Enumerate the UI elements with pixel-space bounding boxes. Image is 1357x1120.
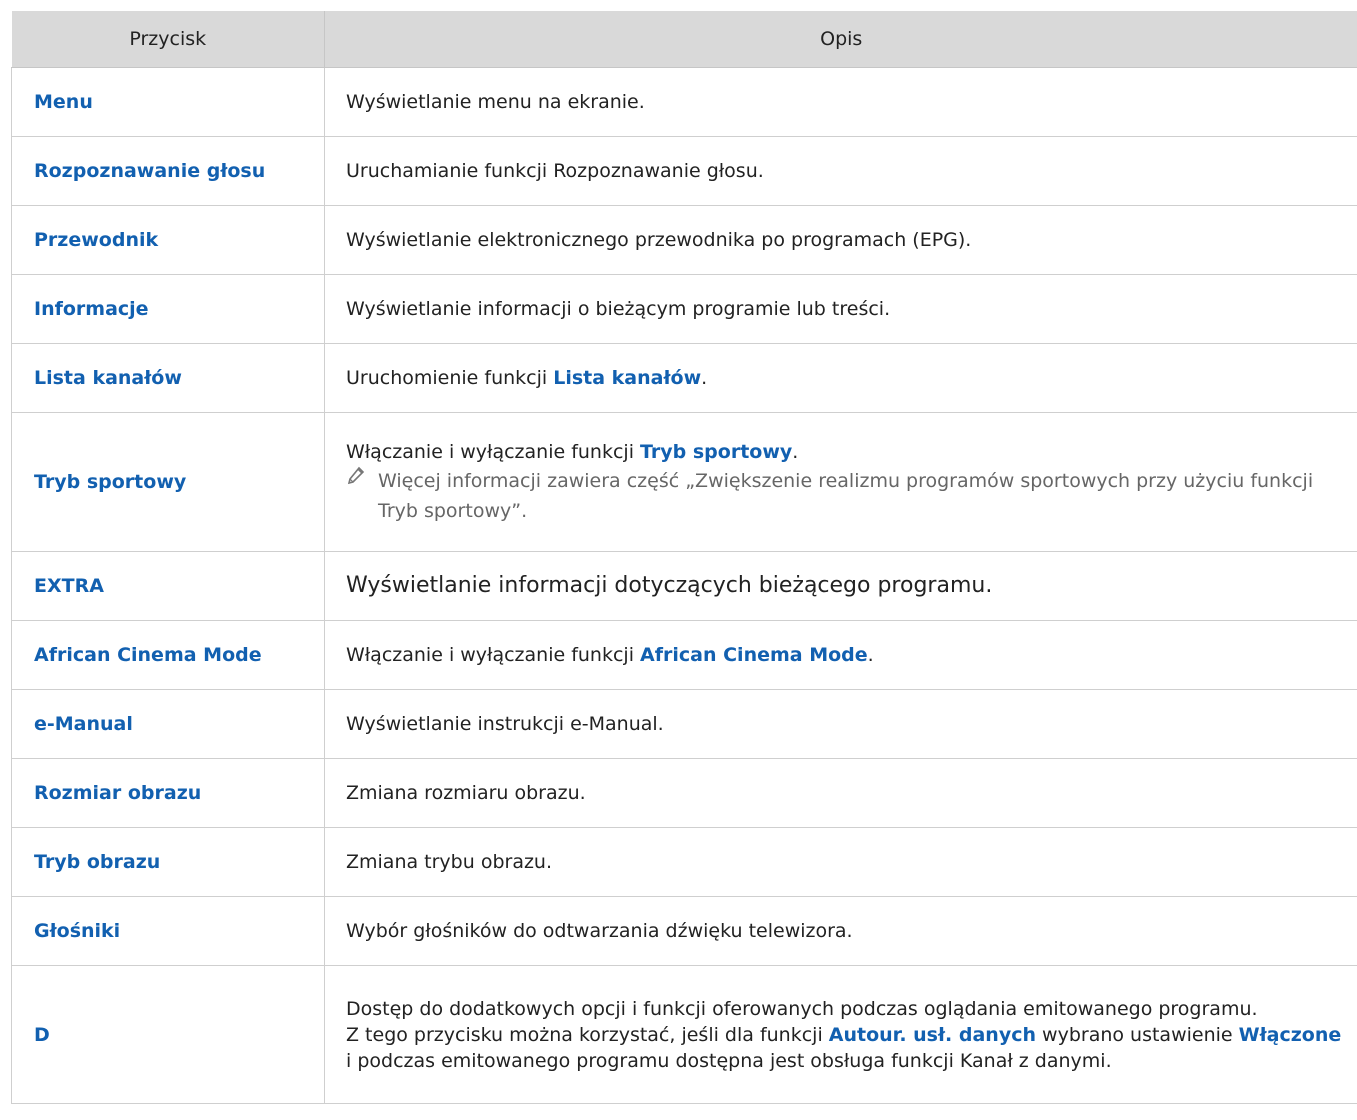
desc-line: Dostęp do dodatkowych opcji i funkcji of…: [346, 997, 1258, 1020]
desc-highlight: Lista kanałów: [553, 367, 702, 389]
pencil-icon: [346, 466, 368, 497]
desc-highlight: Włączone: [1238, 1023, 1342, 1046]
desc-text: Włączanie i wyłączanie funkcji: [346, 441, 641, 463]
button-name: D: [11, 965, 325, 1104]
desc-text: .: [701, 367, 708, 389]
table-row: Menu Wyświetlanie menu na ekranie.: [11, 67, 1357, 137]
note-text: Więcej informacji zawiera część „Zwiększ…: [378, 470, 1314, 522]
table-row: D Dostęp do dodatkowych opcji i funkcji …: [11, 965, 1357, 1104]
button-description: Uruchamianie funkcji Rozpoznawanie głosu…: [324, 136, 1357, 206]
desc-text: Z tego przycisku można korzystać, jeśli …: [346, 1023, 829, 1046]
desc-line: Z tego przycisku można korzystać, jeśli …: [346, 1022, 1348, 1074]
button-name: Tryb obrazu: [11, 827, 325, 897]
desc-text: i podczas emitowanego programu dostępna …: [346, 1049, 1112, 1072]
button-description: Wyświetlanie informacji dotyczących bież…: [324, 551, 1357, 621]
button-description: Wyświetlanie elektronicznego przewodnika…: [324, 205, 1357, 275]
button-name: Rozmiar obrazu: [11, 758, 325, 828]
button-name: Głośniki: [11, 896, 325, 966]
table-row: Informacje Wyświetlanie informacji o bie…: [11, 274, 1357, 344]
desc-text: .: [792, 441, 799, 463]
button-description: Uruchomienie funkcji Lista kanałów.: [324, 343, 1357, 413]
button-description: Włączanie i wyłączanie funkcji African C…: [324, 620, 1357, 690]
button-description: Wyświetlanie menu na ekranie.: [324, 67, 1357, 137]
table-row: e-Manual Wyświetlanie instrukcji e-Manua…: [11, 689, 1357, 759]
table-row: Rozpoznawanie głosu Uruchamianie funkcji…: [11, 136, 1357, 206]
button-description: Wyświetlanie instrukcji e-Manual.: [324, 689, 1357, 759]
desc-line: Włączanie i wyłączanie funkcji Tryb spor…: [346, 438, 1348, 466]
table-row: Rozmiar obrazu Zmiana rozmiaru obrazu.: [11, 758, 1357, 828]
button-description: Zmiana rozmiaru obrazu.: [324, 758, 1357, 828]
button-name: Informacje: [11, 274, 325, 344]
table-row: African Cinema Mode Włączanie i wyłączan…: [11, 620, 1357, 690]
desc-highlight: African Cinema Mode: [640, 644, 868, 666]
remote-buttons-table-container: Przycisk Opis Menu Wyświetlanie menu na …: [11, 11, 1357, 1104]
button-name: Lista kanałów: [11, 343, 325, 413]
table-row: Przewodnik Wyświetlanie elektronicznego …: [11, 205, 1357, 275]
desc-text: wybrano ustawienie: [1036, 1023, 1239, 1046]
button-name: African Cinema Mode: [11, 620, 325, 690]
header-opis: Opis: [324, 11, 1357, 68]
button-name: Tryb sportowy: [11, 412, 325, 552]
button-description: Zmiana trybu obrazu.: [324, 827, 1357, 897]
button-description: Włączanie i wyłączanie funkcji Tryb spor…: [324, 412, 1357, 552]
button-name: EXTRA: [11, 551, 325, 621]
table-header-row: Przycisk Opis: [11, 11, 1357, 68]
desc-highlight: Tryb sportowy: [640, 441, 793, 463]
remote-buttons-table: Przycisk Opis Menu Wyświetlanie menu na …: [11, 11, 1357, 1104]
table-row: Tryb sportowy Włączanie i wyłączanie fun…: [11, 412, 1357, 552]
table-row: Lista kanałów Uruchomienie funkcji Lista…: [11, 343, 1357, 413]
button-description: Wybór głośników do odtwarzania dźwięku t…: [324, 896, 1357, 966]
button-name: Menu: [11, 67, 325, 137]
note: Więcej informacji zawiera część „Zwiększ…: [346, 466, 1348, 526]
table-row: Głośniki Wybór głośników do odtwarzania …: [11, 896, 1357, 966]
desc-text: .: [867, 644, 874, 666]
table-row: Tryb obrazu Zmiana trybu obrazu.: [11, 827, 1357, 897]
button-description: Wyświetlanie informacji o bieżącym progr…: [324, 274, 1357, 344]
button-name: Rozpoznawanie głosu: [11, 136, 325, 206]
desc-text: Uruchomienie funkcji: [346, 367, 554, 389]
header-przycisk: Przycisk: [11, 11, 325, 68]
desc-text: Włączanie i wyłączanie funkcji: [346, 644, 641, 666]
button-name: Przewodnik: [11, 205, 325, 275]
desc-highlight: Autour. usł. danych: [828, 1023, 1036, 1046]
button-name: e-Manual: [11, 689, 325, 759]
button-description: Dostęp do dodatkowych opcji i funkcji of…: [324, 965, 1357, 1104]
table-row: EXTRA Wyświetlanie informacji dotyczącyc…: [11, 551, 1357, 621]
